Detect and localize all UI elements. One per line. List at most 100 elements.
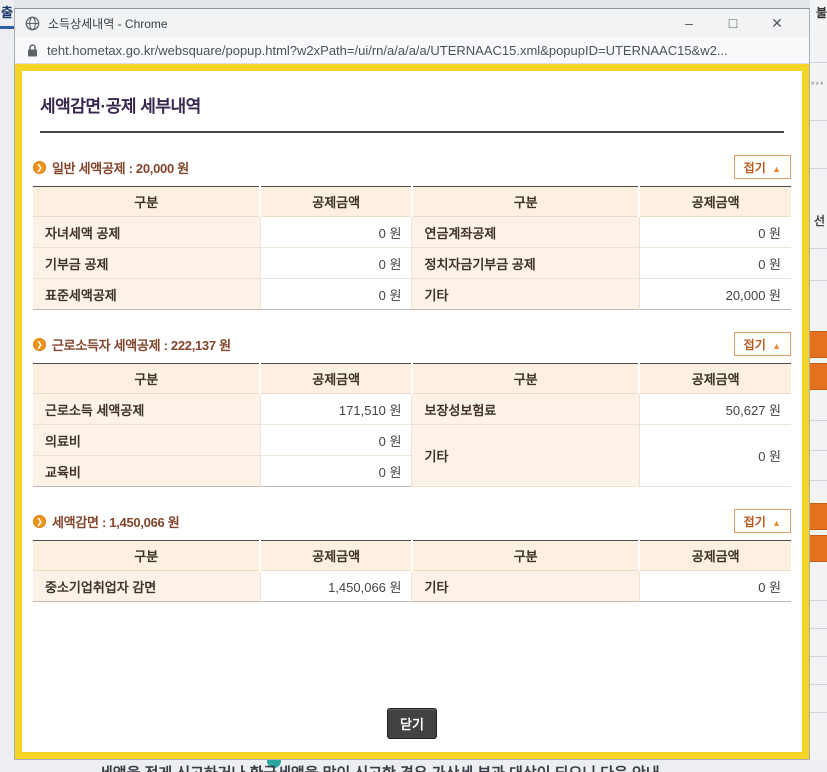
item-label-cell: 교육비 [33,456,260,487]
column-header: 공제금액 [639,541,791,571]
background-divider [810,120,827,121]
table-row: 표준세액공제0 원기타20,000 원 [33,279,791,310]
popup-yellow-frame: 세액감면·공제 세부내역 ❯일반 세액공제 : 20,000 원접기 ▲구분공제… [15,64,809,759]
item-label-cell: 자녀세액 공제 [33,217,260,248]
section-heading: 근로소득자 세액공제 : 222,137 원 [52,335,231,354]
column-header: 공제금액 [260,187,412,217]
background-button[interactable] [810,363,827,390]
globe-icon [25,16,40,31]
table-row: 자녀세액 공제0 원연금계좌공제0 원 [33,217,791,248]
item-label-cell: 기타 [412,425,639,487]
deduction-table: 구분공제금액구분공제금액근로소득 세액공제171,510 원보장성보험료50,6… [33,363,791,487]
deduction-sections: ❯일반 세액공제 : 20,000 원접기 ▲구분공제금액구분공제금액자녀세액 … [33,155,791,602]
lock-icon[interactable] [27,44,38,57]
page-title: 세액감면·공제 세부내역 [40,92,784,117]
column-header: 구분 [412,541,639,571]
close-window-button[interactable]: ✕ [755,9,799,37]
item-value-cell: 0 원 [639,425,791,487]
item-value-cell: 1,450,066 원 [260,571,412,602]
item-label-cell: 표준세액공제 [33,279,260,310]
column-header: 공제금액 [260,541,412,571]
maximize-button[interactable]: □ [711,9,755,37]
background-divider [810,168,827,169]
background-divider [810,656,827,657]
table-header-row: 구분공제금액구분공제금액 [33,541,791,571]
section-header-row: ❯ 일반 세액공제 : 20,000 원 접기 ▲ [33,155,791,179]
column-header: 구분 [412,187,639,217]
background-required-marks: *** [811,80,825,90]
background-divider [810,280,827,281]
section-heading: 세액감면 : 1,450,066 원 [52,512,179,531]
window-title: 소득상세내역 - Chrome [48,15,168,32]
chrome-popup-window: 소득상세내역 - Chrome – □ ✕ teht.hometax.go.kr… [14,8,810,760]
item-value-cell: 20,000 원 [639,279,791,310]
background-divider [810,62,827,63]
item-label-cell: 근로소득 세액공제 [33,394,260,425]
close-popup-button[interactable]: 닫기 [387,708,437,739]
column-header: 구분 [412,364,639,394]
background-tab-text: 출 [1,2,13,21]
section-header-row: ❯ 근로소득자 세액공제 : 222,137 원 접기 ▲ [33,332,791,356]
background-divider [810,600,827,601]
background-button[interactable] [810,331,827,358]
table-row: 기부금 공제0 원정치자금기부금 공제0 원 [33,248,791,279]
column-header: 구분 [33,364,260,394]
background-button[interactable] [810,535,827,562]
collapse-button[interactable]: 접기 ▲ [734,155,791,179]
background-divider [810,450,827,451]
background-divider [810,712,827,713]
item-value-cell: 0 원 [260,425,412,456]
collapse-arrow-icon: ▲ [772,518,781,528]
item-label-cell: 보장성보험료 [412,394,639,425]
background-text-fragment: 불 [816,4,827,21]
background-text-fragment: 선 [814,212,825,229]
minimize-button[interactable]: – [667,9,711,37]
item-label-cell: 기타 [412,571,639,602]
title-divider [40,131,784,133]
popup-content: 세액감면·공제 세부내역 ❯일반 세액공제 : 20,000 원접기 ▲구분공제… [22,71,802,752]
column-header: 공제금액 [260,364,412,394]
window-titlebar[interactable]: 소득상세내역 - Chrome – □ ✕ [15,9,809,37]
background-page-right-strip: 불 *** 선 [810,0,827,772]
background-divider [810,248,827,249]
background-page-left-strip: 출 [0,0,14,772]
item-value-cell: 0 원 [639,248,791,279]
background-divider [810,684,827,685]
item-value-cell: 0 원 [260,248,412,279]
deduction-table: 구분공제금액구분공제금액중소기업취업자 감면1,450,066 원기타0 원 [33,540,791,602]
item-label-cell: 정치자금기부금 공제 [412,248,639,279]
section-header-row: ❯ 세액감면 : 1,450,066 원 접기 ▲ [33,509,791,533]
item-label-cell: 연금계좌공제 [412,217,639,248]
column-header: 구분 [33,187,260,217]
item-label-cell: 중소기업취업자 감면 [33,571,260,602]
item-label-cell: 기부금 공제 [33,248,260,279]
column-header: 공제금액 [639,364,791,394]
background-notice-text: 세액을 적게 신고하거나 환급세액을 많이 신고한 경우 가산세 부과 대상이 … [99,762,672,772]
background-button[interactable] [810,503,827,530]
column-header: 구분 [33,541,260,571]
column-header: 공제금액 [639,187,791,217]
item-label-cell: 기타 [412,279,639,310]
item-label-cell: 의료비 [33,425,260,456]
item-value-cell: 0 원 [260,217,412,248]
background-tab-underline [0,26,14,29]
table-row: 중소기업취업자 감면1,450,066 원기타0 원 [33,571,791,602]
url-bar[interactable]: teht.hometax.go.kr/websquare/popup.html?… [15,37,809,64]
collapse-arrow-icon: ▲ [772,164,781,174]
section-heading: 일반 세액공제 : 20,000 원 [52,158,189,177]
background-divider [810,628,827,629]
collapse-arrow-icon: ▲ [772,341,781,351]
table-row: 의료비0 원기타0 원 [33,425,791,456]
background-divider [810,420,827,421]
item-value-cell: 171,510 원 [260,394,412,425]
item-value-cell: 0 원 [639,571,791,602]
background-divider [810,480,827,481]
table-header-row: 구분공제금액구분공제금액 [33,187,791,217]
section-bullet-icon: ❯ [33,161,46,174]
collapse-button[interactable]: 접기 ▲ [734,509,791,533]
section-bullet-icon: ❯ [33,338,46,351]
background-page-bottom-strip: 세액을 적게 신고하거나 환급세액을 많이 신고한 경우 가산세 부과 대상이 … [14,760,827,772]
collapse-button[interactable]: 접기 ▲ [734,332,791,356]
item-value-cell: 0 원 [260,279,412,310]
section-bullet-icon: ❯ [33,515,46,528]
